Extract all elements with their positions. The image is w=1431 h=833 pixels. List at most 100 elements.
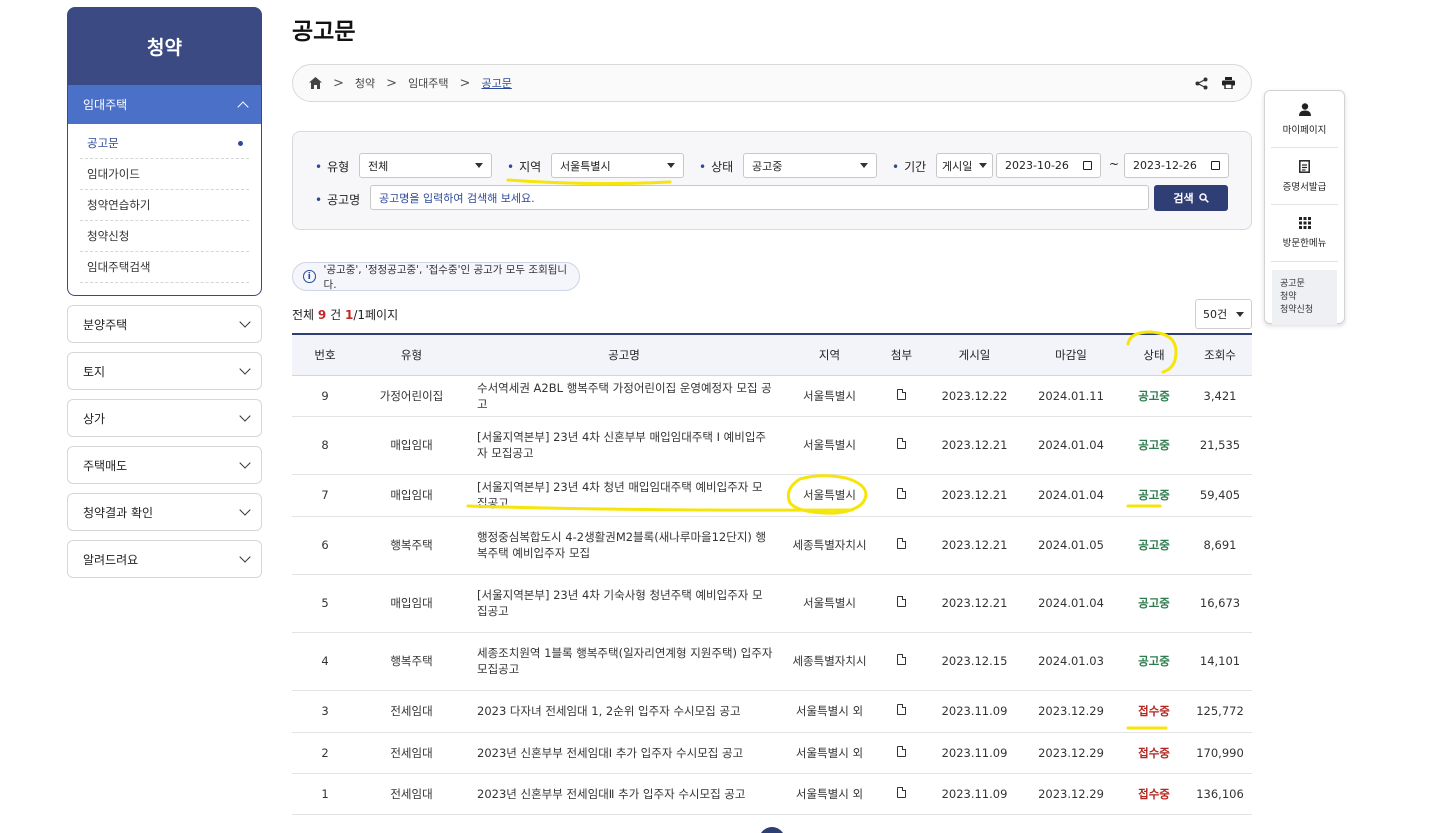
- table-row[interactable]: 9 가정어린이집 수서역세권 A2BL 행복주택 가정어린이집 운영예정자 모집 공…: [292, 375, 1252, 417]
- submenu-item-notice[interactable]: 공고문: [80, 128, 249, 159]
- cell-title[interactable]: 수서역세권 A2BL 행복주택 가정어린이집 운영예정자 모집 공고: [465, 375, 783, 417]
- visited-link[interactable]: 청약신청: [1280, 304, 1329, 317]
- cell-title[interactable]: 세종조치원역 1블록 행복주택(일자리연계형 지원주택) 입주자모집공고: [465, 632, 783, 691]
- page-title: 공고문: [292, 19, 356, 45]
- cell-no: 4: [292, 632, 358, 691]
- breadcrumb-item[interactable]: 청약: [355, 75, 375, 91]
- sidebar-item-commercial[interactable]: 상가: [67, 399, 262, 437]
- attachment-file-icon[interactable]: [897, 596, 906, 607]
- visited-menu-list: 공고문 청약 청약신청: [1272, 270, 1337, 325]
- table-row[interactable]: 3 전세임대 2023 다자녀 전세임대 1, 2순위 입주자 수시모집 공고 서울특…: [292, 690, 1252, 733]
- cell-status: 공고중: [1120, 516, 1188, 575]
- cell-deadline: 2023.12.29: [1022, 732, 1120, 774]
- col-header-status: 상태: [1120, 334, 1188, 376]
- chevron-down-icon: [239, 410, 251, 422]
- quick-certificate[interactable]: 증명서발급: [1271, 148, 1338, 205]
- attachment-file-icon[interactable]: [897, 654, 906, 665]
- calendar-icon[interactable]: [1211, 161, 1220, 170]
- cell-type: 행복주택: [358, 516, 465, 575]
- region-select[interactable]: 서울특별시: [551, 153, 684, 178]
- cell-title[interactable]: [서울지역본부] 23년 4차 청년 매입임대주택 예비입주자 모집공고: [465, 474, 783, 517]
- submenu-label: 공고문: [87, 136, 119, 150]
- cell-title[interactable]: 2023년 신혼부부 전세임대Ⅱ 추가 입주자 수시모집 공고: [465, 773, 783, 815]
- sidebar-item-sale-housing[interactable]: 분양주택: [67, 305, 262, 343]
- cell-no: 3: [292, 690, 358, 733]
- attachment-file-icon[interactable]: [897, 704, 906, 715]
- submenu-item-search[interactable]: 임대주택검색: [80, 252, 249, 283]
- cell-deadline: 2023.12.29: [1022, 773, 1120, 815]
- chevron-down-icon: [239, 316, 251, 328]
- visited-link[interactable]: 청약: [1280, 291, 1329, 304]
- info-notice: i '공고중', '정정공고중', '접수중'인 공고가 모두 조회됩니다.: [292, 262, 580, 291]
- submenu-label: 임대가이드: [87, 167, 140, 181]
- sidebar-item-results[interactable]: 청약결과 확인: [67, 493, 262, 531]
- notice-name-input[interactable]: 공고명을 입력하여 검색해 보세요.: [370, 185, 1149, 210]
- breadcrumb-current[interactable]: 공고문: [481, 75, 511, 91]
- attachment-file-icon[interactable]: [897, 388, 906, 400]
- attachment-file-icon[interactable]: [897, 786, 906, 798]
- cell-region: 서울특별시: [783, 416, 876, 475]
- cell-title[interactable]: 2023년 신혼부부 전세임대Ⅰ 추가 입주자 수시모집 공고: [465, 732, 783, 774]
- cell-views: 8,691: [1188, 516, 1252, 575]
- cell-posted: 2023.11.09: [927, 690, 1022, 733]
- table-row[interactable]: 6 행복주택 행정중심복합도시 4-2생활권M2블록(새나루마을12단지) 행복주택…: [292, 516, 1252, 575]
- date-to-input[interactable]: 2023-12-26: [1124, 153, 1229, 178]
- type-select[interactable]: 전체: [359, 153, 492, 178]
- pagination-current-page[interactable]: [759, 827, 785, 833]
- attachment-file-icon[interactable]: [897, 438, 906, 449]
- search-button[interactable]: 검색: [1154, 185, 1228, 211]
- sidebar-item-announcements[interactable]: 알려드려요: [67, 540, 262, 578]
- attachment-file-icon[interactable]: [897, 488, 906, 499]
- per-page-select[interactable]: 50건: [1195, 299, 1252, 329]
- sidebar-title: 청약: [67, 7, 262, 85]
- submenu-item-practice[interactable]: 청약연습하기: [80, 190, 249, 221]
- cell-title[interactable]: [서울지역본부] 23년 4차 기숙사형 청년주택 예비입주자 모집공고: [465, 574, 783, 633]
- col-header-deadline: 마감일: [1022, 334, 1120, 376]
- cell-title[interactable]: 행정중심복합도시 4-2생활권M2블록(새나루마을12단지) 행복주택 예비입주…: [465, 516, 783, 575]
- breadcrumb-item[interactable]: 임대주택: [408, 75, 448, 91]
- attachment-file-icon[interactable]: [897, 538, 906, 549]
- table-row[interactable]: 5 매입임대 [서울지역본부] 23년 4차 기숙사형 청년주택 예비입주자 모집공…: [292, 574, 1252, 633]
- table-row[interactable]: 4 행복주택 세종조치원역 1블록 행복주택(일자리연계형 지원주택) 입주자모집공…: [292, 632, 1252, 691]
- cell-views: 3,421: [1188, 375, 1252, 417]
- home-icon[interactable]: [309, 77, 322, 89]
- cell-deadline: 2024.01.04: [1022, 416, 1120, 475]
- cell-type: 매입임대: [358, 574, 465, 633]
- attachment-file-icon[interactable]: [897, 745, 906, 757]
- cell-attachment: [876, 474, 927, 517]
- table-row[interactable]: 1 전세임대 2023년 신혼부부 전세임대Ⅱ 추가 입주자 수시모집 공고 서울특별…: [292, 773, 1252, 815]
- status-select[interactable]: 공고중: [743, 153, 877, 178]
- cell-title[interactable]: 2023 다자녀 전세임대 1, 2순위 입주자 수시모집 공고: [465, 690, 783, 733]
- submenu-label: 청약연습하기: [87, 198, 151, 212]
- table-header-row: 번호 유형 공고명 지역 첨부 게시일 마감일 상태 조회수: [292, 334, 1252, 376]
- sidebar-item-land[interactable]: 토지: [67, 352, 262, 390]
- cell-attachment: [876, 516, 927, 575]
- sidebar-item-house-sale[interactable]: 주택매도: [67, 446, 262, 484]
- submenu-item-guide[interactable]: 임대가이드: [80, 159, 249, 190]
- calendar-icon[interactable]: [1083, 161, 1092, 170]
- sidebar-item-label: 청약결과 확인: [83, 505, 154, 520]
- date-from-input[interactable]: 2023-10-26: [996, 153, 1101, 178]
- cell-posted: 2023.11.09: [927, 732, 1022, 774]
- visited-link[interactable]: 공고문: [1280, 278, 1329, 291]
- cell-posted: 2023.12.21: [927, 474, 1022, 517]
- share-icon[interactable]: [1195, 77, 1208, 90]
- document-icon: [1299, 159, 1310, 173]
- cell-region: 서울특별시: [783, 574, 876, 633]
- print-icon[interactable]: [1222, 77, 1235, 89]
- period-type-select[interactable]: 게시일: [936, 153, 993, 178]
- sidebar-item-rental-housing[interactable]: 임대주택: [68, 85, 261, 124]
- cell-deadline: 2024.01.03: [1022, 632, 1120, 691]
- submenu-item-apply[interactable]: 청약신청: [80, 221, 249, 252]
- cell-views: 170,990: [1188, 732, 1252, 774]
- quick-visited-menu[interactable]: 방문한메뉴: [1271, 205, 1338, 262]
- cell-title[interactable]: [서울지역본부] 23년 4차 신혼부부 매입임대주택 Ⅰ 예비입주자 모집공고: [465, 416, 783, 475]
- cell-region: 세종특별자치시: [783, 632, 876, 691]
- table-row[interactable]: 2 전세임대 2023년 신혼부부 전세임대Ⅰ 추가 입주자 수시모집 공고 서울특별…: [292, 732, 1252, 774]
- chevron-up-icon: [237, 100, 249, 113]
- chevron-down-icon: [239, 457, 251, 469]
- table-row[interactable]: 8 매입임대 [서울지역본부] 23년 4차 신혼부부 매입임대주택 Ⅰ 예비입주자…: [292, 416, 1252, 475]
- table-row[interactable]: 7 매입임대 [서울지역본부] 23년 4차 청년 매입임대주택 예비입주자 모집공…: [292, 474, 1252, 517]
- submenu-label: 임대주택검색: [87, 260, 151, 274]
- quick-mypage[interactable]: 마이페이지: [1271, 91, 1338, 148]
